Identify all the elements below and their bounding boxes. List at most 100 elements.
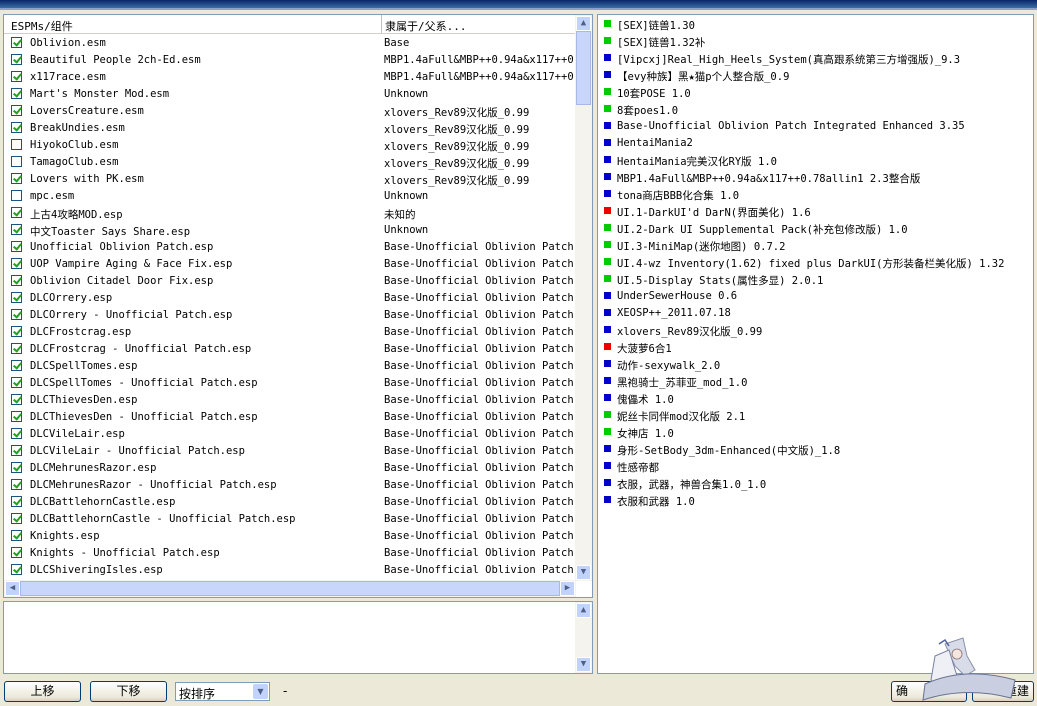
table-row[interactable]: DLCSpellTomes - Unofficial Patch.esp Base… <box>4 375 576 392</box>
list-item[interactable]: 10套POSE 1.0 <box>598 84 1033 101</box>
list-item[interactable]: [SEX]链兽1.30 <box>598 16 1033 33</box>
table-row[interactable]: Lovers with PK.esm xlovers_Rev89汉化版_0.99 <box>4 171 576 188</box>
plugin-checkbox[interactable] <box>11 479 22 490</box>
scroll-down-arrow-icon[interactable]: ▼ <box>576 657 591 672</box>
plugin-checkbox[interactable] <box>11 207 22 218</box>
scroll-up-arrow-icon[interactable]: ▲ <box>576 16 591 31</box>
list-item[interactable]: 性感帝都 <box>598 458 1033 475</box>
plugin-checkbox[interactable] <box>11 122 22 133</box>
list-item[interactable]: MBP1.4aFull&MBP++0.94a&x117++0.78allin1 … <box>598 169 1033 186</box>
table-row[interactable]: DLCOrrery.esp Base-Unofficial Oblivion Pa… <box>4 290 576 307</box>
list-item[interactable]: 【evy种族】黑★猫p个人整合版_0.9 <box>598 67 1033 84</box>
scroll-left-arrow-icon[interactable]: ◀ <box>5 581 20 596</box>
list-item[interactable]: 黑袍骑士_苏菲亚_mod_1.0 <box>598 373 1033 390</box>
table-row[interactable]: DLCMehrunesRazor.esp Base-Unofficial Obli… <box>4 460 576 477</box>
scroll-thumb[interactable] <box>576 31 591 105</box>
list-item[interactable]: [SEX]链兽1.32补 <box>598 33 1033 50</box>
list-item[interactable]: 动作-sexywalk_2.0 <box>598 356 1033 373</box>
list-item[interactable]: xlovers_Rev89汉化版_0.99 <box>598 322 1033 339</box>
table-row[interactable]: Unofficial Oblivion Patch.esp Base-Unoffi… <box>4 239 576 256</box>
plugin-checkbox[interactable] <box>11 428 22 439</box>
list-item[interactable]: HentaiMania完美汉化RY版 1.0 <box>598 152 1033 169</box>
plugin-checkbox[interactable] <box>11 547 22 558</box>
plugin-checkbox[interactable] <box>11 88 22 99</box>
plugin-checkbox[interactable] <box>11 445 22 456</box>
sort-select[interactable]: 按排序 ▼ <box>175 682 270 701</box>
list-item[interactable]: UI.4-wz Inventory(1.62) fixed plus DarkU… <box>598 254 1033 271</box>
scroll-up-arrow-icon[interactable]: ▲ <box>576 603 591 618</box>
table-row[interactable]: BreakUndies.esm xlovers_Rev89汉化版_0.99 <box>4 120 576 137</box>
plugin-checkbox[interactable] <box>11 394 22 405</box>
plugin-checkbox[interactable] <box>11 105 22 116</box>
plugin-list-vscrollbar[interactable]: ▲ ▼ <box>575 15 592 581</box>
table-row[interactable]: DLCFrostcrag.esp Base-Unofficial Oblivion… <box>4 324 576 341</box>
table-row[interactable]: Oblivion.esm Base <box>4 35 576 52</box>
header-separator[interactable] <box>381 15 382 33</box>
table-row[interactable]: DLCBattlehornCastle.esp Base-Unofficial O… <box>4 494 576 511</box>
plugin-checkbox[interactable] <box>11 173 22 184</box>
table-row[interactable]: DLCSpellTomes.esp Base-Unofficial Oblivio… <box>4 358 576 375</box>
table-row[interactable]: DLCBattlehornCastle - Unofficial Patch.e… <box>4 511 576 528</box>
plugin-checkbox[interactable] <box>11 564 22 575</box>
list-item[interactable]: 女神店 1.0 <box>598 424 1033 441</box>
plugin-list-hscrollbar[interactable]: ◀ ▶ <box>4 580 576 597</box>
list-item[interactable]: UnderSewerHouse 0.6 <box>598 288 1033 305</box>
list-item[interactable]: UI.2-Dark UI Supplemental Pack(补充包修改版) 1… <box>598 220 1033 237</box>
table-row[interactable]: Mart's Monster Mod.esm Unknown <box>4 86 576 103</box>
table-row[interactable]: Oblivion Citadel Door Fix.esp Base-Unoffi… <box>4 273 576 290</box>
plugin-checkbox[interactable] <box>11 156 22 167</box>
list-item[interactable]: UI.1-DarkUI'd DarN(界面美化) 1.6 <box>598 203 1033 220</box>
plugin-checkbox[interactable] <box>11 241 22 252</box>
plugin-checkbox[interactable] <box>11 224 22 235</box>
list-item[interactable]: 傀儡术 1.0 <box>598 390 1033 407</box>
plugin-checkbox[interactable] <box>11 377 22 388</box>
table-row[interactable]: DLCVileLair - Unofficial Patch.esp Base-U… <box>4 443 576 460</box>
plugin-checkbox[interactable] <box>11 190 22 201</box>
plugin-checkbox[interactable] <box>11 360 22 371</box>
plugin-checkbox[interactable] <box>11 292 22 303</box>
plugin-checkbox[interactable] <box>11 343 22 354</box>
plugin-checkbox[interactable] <box>11 326 22 337</box>
plugin-checkbox[interactable] <box>11 37 22 48</box>
list-item[interactable]: UI.3-MiniMap(迷你地图) 0.7.2 <box>598 237 1033 254</box>
scroll-down-arrow-icon[interactable]: ▼ <box>576 565 591 580</box>
table-row[interactable]: Knights - Unofficial Patch.esp Base-Unoff… <box>4 545 576 562</box>
header-master[interactable]: 隶属于/父系... <box>385 18 467 34</box>
table-row[interactable]: DLCThievesDen - Unofficial Patch.esp Base… <box>4 409 576 426</box>
plugin-checkbox[interactable] <box>11 258 22 269</box>
table-row[interactable]: Beautiful People 2ch-Ed.esm MBP1.4aFull&M… <box>4 52 576 69</box>
list-item[interactable]: 大菠萝6合1 <box>598 339 1033 356</box>
plugin-checkbox[interactable] <box>11 411 22 422</box>
mod-group-list[interactable]: [SEX]链兽1.30 [SEX]链兽1.32补 [Vipcxj]Real_High… <box>597 14 1034 674</box>
list-item[interactable]: tona商店BBB化合集 1.0 <box>598 186 1033 203</box>
list-item[interactable]: XEOSP++_2011.07.18 <box>598 305 1033 322</box>
table-row[interactable]: DLCOrrery - Unofficial Patch.esp Base-Uno… <box>4 307 576 324</box>
plugin-checkbox[interactable] <box>11 275 22 286</box>
plugin-list[interactable]: ESPMs/组件 隶属于/父系... Oblivion.esm Base Beaut… <box>3 14 593 598</box>
plugin-checkbox[interactable] <box>11 513 22 524</box>
list-item[interactable]: [Vipcxj]Real_High_Heels_System(真高跟系统第三方增… <box>598 50 1033 67</box>
table-row[interactable]: DLCVileLair.esp Base-Unofficial Oblivion … <box>4 426 576 443</box>
table-row[interactable]: DLCFrostcrag - Unofficial Patch.esp Base-… <box>4 341 576 358</box>
move-up-button[interactable]: 上移 <box>4 681 81 702</box>
table-row[interactable]: DLCShiveringIsles.esp Base-Unofficial Obl… <box>4 562 576 579</box>
plugin-checkbox[interactable] <box>11 462 22 473</box>
table-row[interactable]: 中文Toaster Says Share.esp Unknown <box>4 222 576 239</box>
list-item[interactable]: 妮丝卡同伴mod汉化版 2.1 <box>598 407 1033 424</box>
plugin-checkbox[interactable] <box>11 71 22 82</box>
plugin-checkbox[interactable] <box>11 496 22 507</box>
plugin-checkbox[interactable] <box>11 309 22 320</box>
table-row[interactable]: UOP Vampire Aging & Face Fix.esp Base-Uno… <box>4 256 576 273</box>
list-item[interactable]: HentaiMania2 <box>598 135 1033 152</box>
description-vscrollbar[interactable]: ▲ ▼ <box>575 602 592 673</box>
header-plugin-name[interactable]: ESPMs/组件 <box>11 18 73 34</box>
table-row[interactable]: LoversCreature.esm xlovers_Rev89汉化版_0.99 <box>4 103 576 120</box>
scroll-right-arrow-icon[interactable]: ▶ <box>560 581 575 596</box>
plugin-checkbox[interactable] <box>11 530 22 541</box>
list-item[interactable]: 8套poes1.0 <box>598 101 1033 118</box>
table-row[interactable]: TamagoClub.esm xlovers_Rev89汉化版_0.99 <box>4 154 576 171</box>
list-item[interactable]: 衣服和武器 1.0 <box>598 492 1033 509</box>
plugin-checkbox[interactable] <box>11 54 22 65</box>
table-row[interactable]: HiyokoClub.esm xlovers_Rev89汉化版_0.99 <box>4 137 576 154</box>
chevron-down-icon[interactable]: ▼ <box>253 684 268 699</box>
